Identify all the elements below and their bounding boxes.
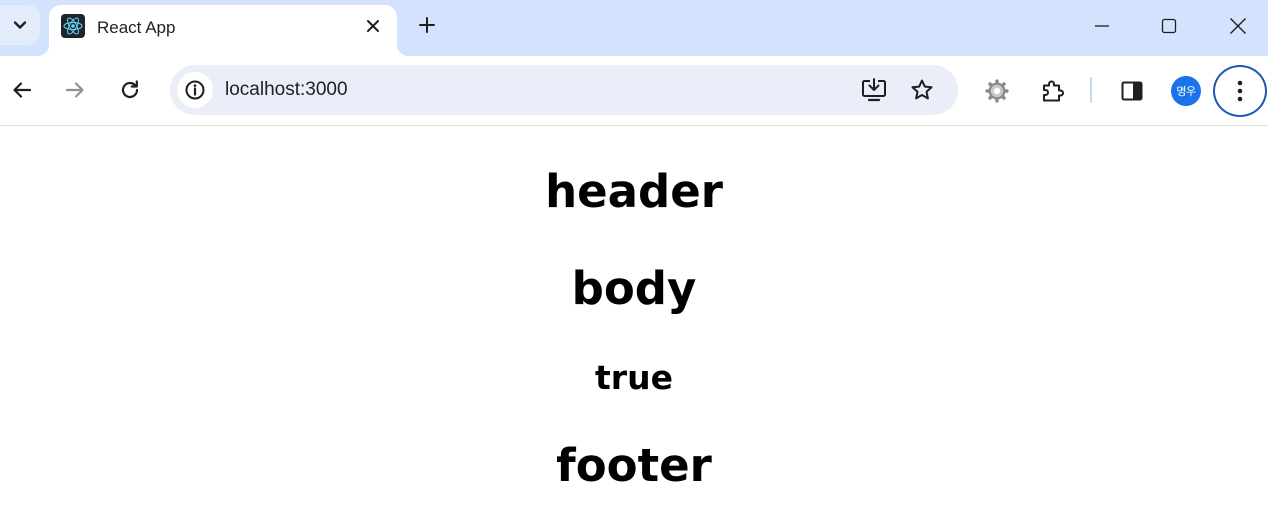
arrow-right-icon — [65, 82, 84, 98]
puzzle-icon — [1043, 80, 1064, 102]
forward-button[interactable] — [59, 72, 91, 108]
side-panel-icon — [1121, 81, 1143, 101]
browser-menu-button[interactable] — [1213, 65, 1267, 117]
extensions-button[interactable] — [1036, 74, 1070, 108]
footer-heading: footer — [556, 439, 712, 492]
url-text[interactable]: localhost:3000 — [225, 79, 348, 101]
side-panel-button[interactable] — [1115, 74, 1149, 108]
close-icon — [367, 20, 379, 32]
install-app-button[interactable] — [858, 74, 890, 106]
react-logo-icon — [61, 14, 85, 38]
browser-tab[interactable]: React App — [37, 5, 409, 56]
body-heading: body — [571, 262, 697, 315]
install-app-icon — [862, 78, 886, 102]
new-tab-button[interactable] — [412, 10, 442, 40]
extension-settings-button[interactable] — [980, 74, 1014, 108]
more-vertical-icon — [1237, 80, 1243, 102]
minimize-icon — [1095, 25, 1109, 27]
maximize-button[interactable] — [1151, 8, 1187, 44]
site-info-button[interactable] — [177, 72, 213, 108]
reload-button[interactable] — [114, 72, 146, 108]
page-content: header body true footer — [0, 126, 1268, 507]
tab-title: React App — [97, 18, 176, 37]
minimize-button[interactable] — [1084, 8, 1120, 44]
star-icon — [911, 79, 933, 100]
toolbar-divider — [1090, 77, 1092, 103]
arrow-left-icon — [13, 82, 32, 98]
bookmark-button[interactable] — [906, 74, 938, 106]
tab-close-button[interactable] — [361, 14, 385, 38]
close-window-button[interactable] — [1220, 8, 1256, 44]
gear-icon — [985, 79, 1009, 103]
reload-icon — [121, 80, 139, 99]
browser-toolbar: localhost:3000 명우 — [0, 56, 1268, 126]
back-button[interactable] — [6, 72, 38, 108]
maximize-icon — [1161, 18, 1177, 34]
tab-search-button[interactable] — [0, 5, 40, 45]
info-icon — [185, 80, 205, 100]
close-icon — [1230, 18, 1246, 34]
chevron-down-icon — [13, 21, 27, 29]
address-bar[interactable]: localhost:3000 — [170, 65, 958, 115]
boolean-text: true — [595, 358, 673, 397]
header-heading: header — [545, 165, 723, 218]
profile-avatar[interactable]: 명우 — [1171, 76, 1201, 106]
tab-strip: React App — [0, 0, 1268, 56]
plus-icon — [419, 17, 435, 33]
